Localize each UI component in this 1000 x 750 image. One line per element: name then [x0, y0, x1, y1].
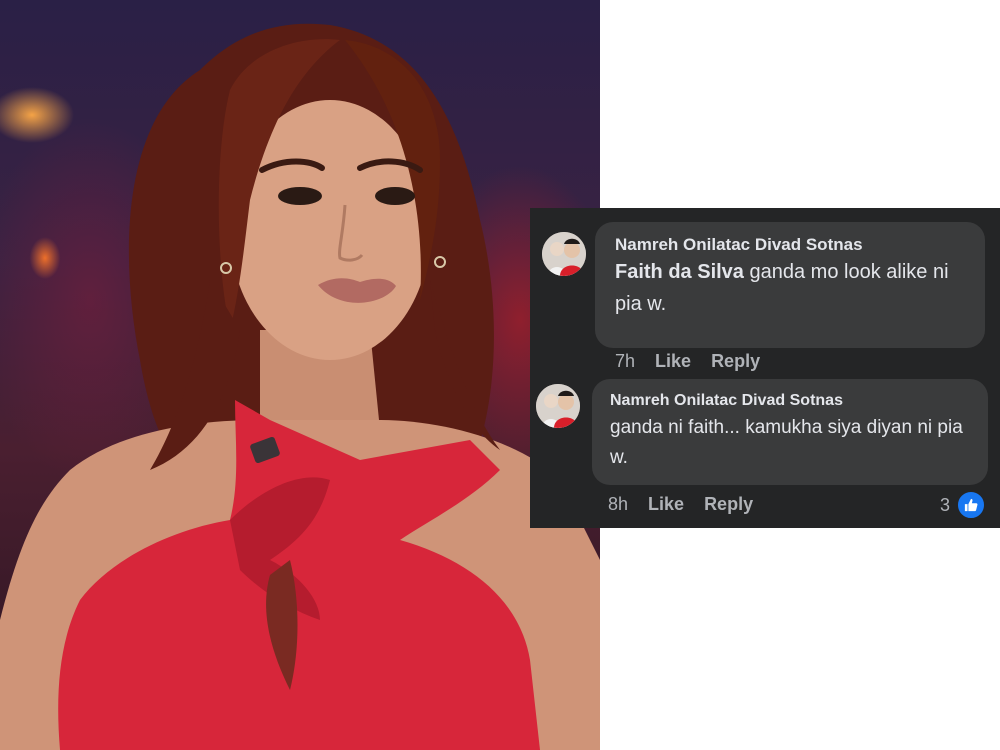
avatar[interactable] [536, 384, 580, 428]
comment-actions: 7h Like Reply [615, 351, 760, 372]
comment-bubble: Namreh Onilatac Divad Sotnas ganda ni fa… [592, 379, 988, 485]
like-button[interactable]: Like [648, 494, 684, 515]
comments-panel: Namreh Onilatac Divad Sotnas Faith da Si… [530, 208, 1000, 528]
comment-actions: 8h Like Reply [608, 494, 753, 515]
mention-link[interactable]: Faith da Silva [615, 261, 744, 283]
comment-author[interactable]: Namreh Onilatac Divad Sotnas [610, 391, 970, 411]
comment-bubble: Namreh Onilatac Divad Sotnas Faith da Si… [595, 222, 985, 348]
portrait-illustration [0, 23, 600, 750]
thumbs-up-icon [956, 490, 986, 520]
reply-button[interactable]: Reply [711, 351, 760, 372]
comment-body: ganda ni faith... kamukha siya diyan ni … [610, 417, 963, 468]
reply-button[interactable]: Reply [704, 494, 753, 515]
like-button[interactable]: Like [655, 351, 691, 372]
comment-timestamp[interactable]: 8h [608, 494, 628, 515]
comment-text: Faith da Silva ganda mo look alike ni pi… [615, 256, 967, 320]
reaction-summary[interactable]: 3 [940, 490, 986, 520]
comment-author[interactable]: Namreh Onilatac Divad Sotnas [615, 234, 967, 256]
comment-timestamp[interactable]: 7h [615, 351, 635, 372]
avatar[interactable] [542, 232, 586, 276]
portrait-photo [0, 0, 600, 750]
reaction-count: 3 [939, 494, 950, 515]
